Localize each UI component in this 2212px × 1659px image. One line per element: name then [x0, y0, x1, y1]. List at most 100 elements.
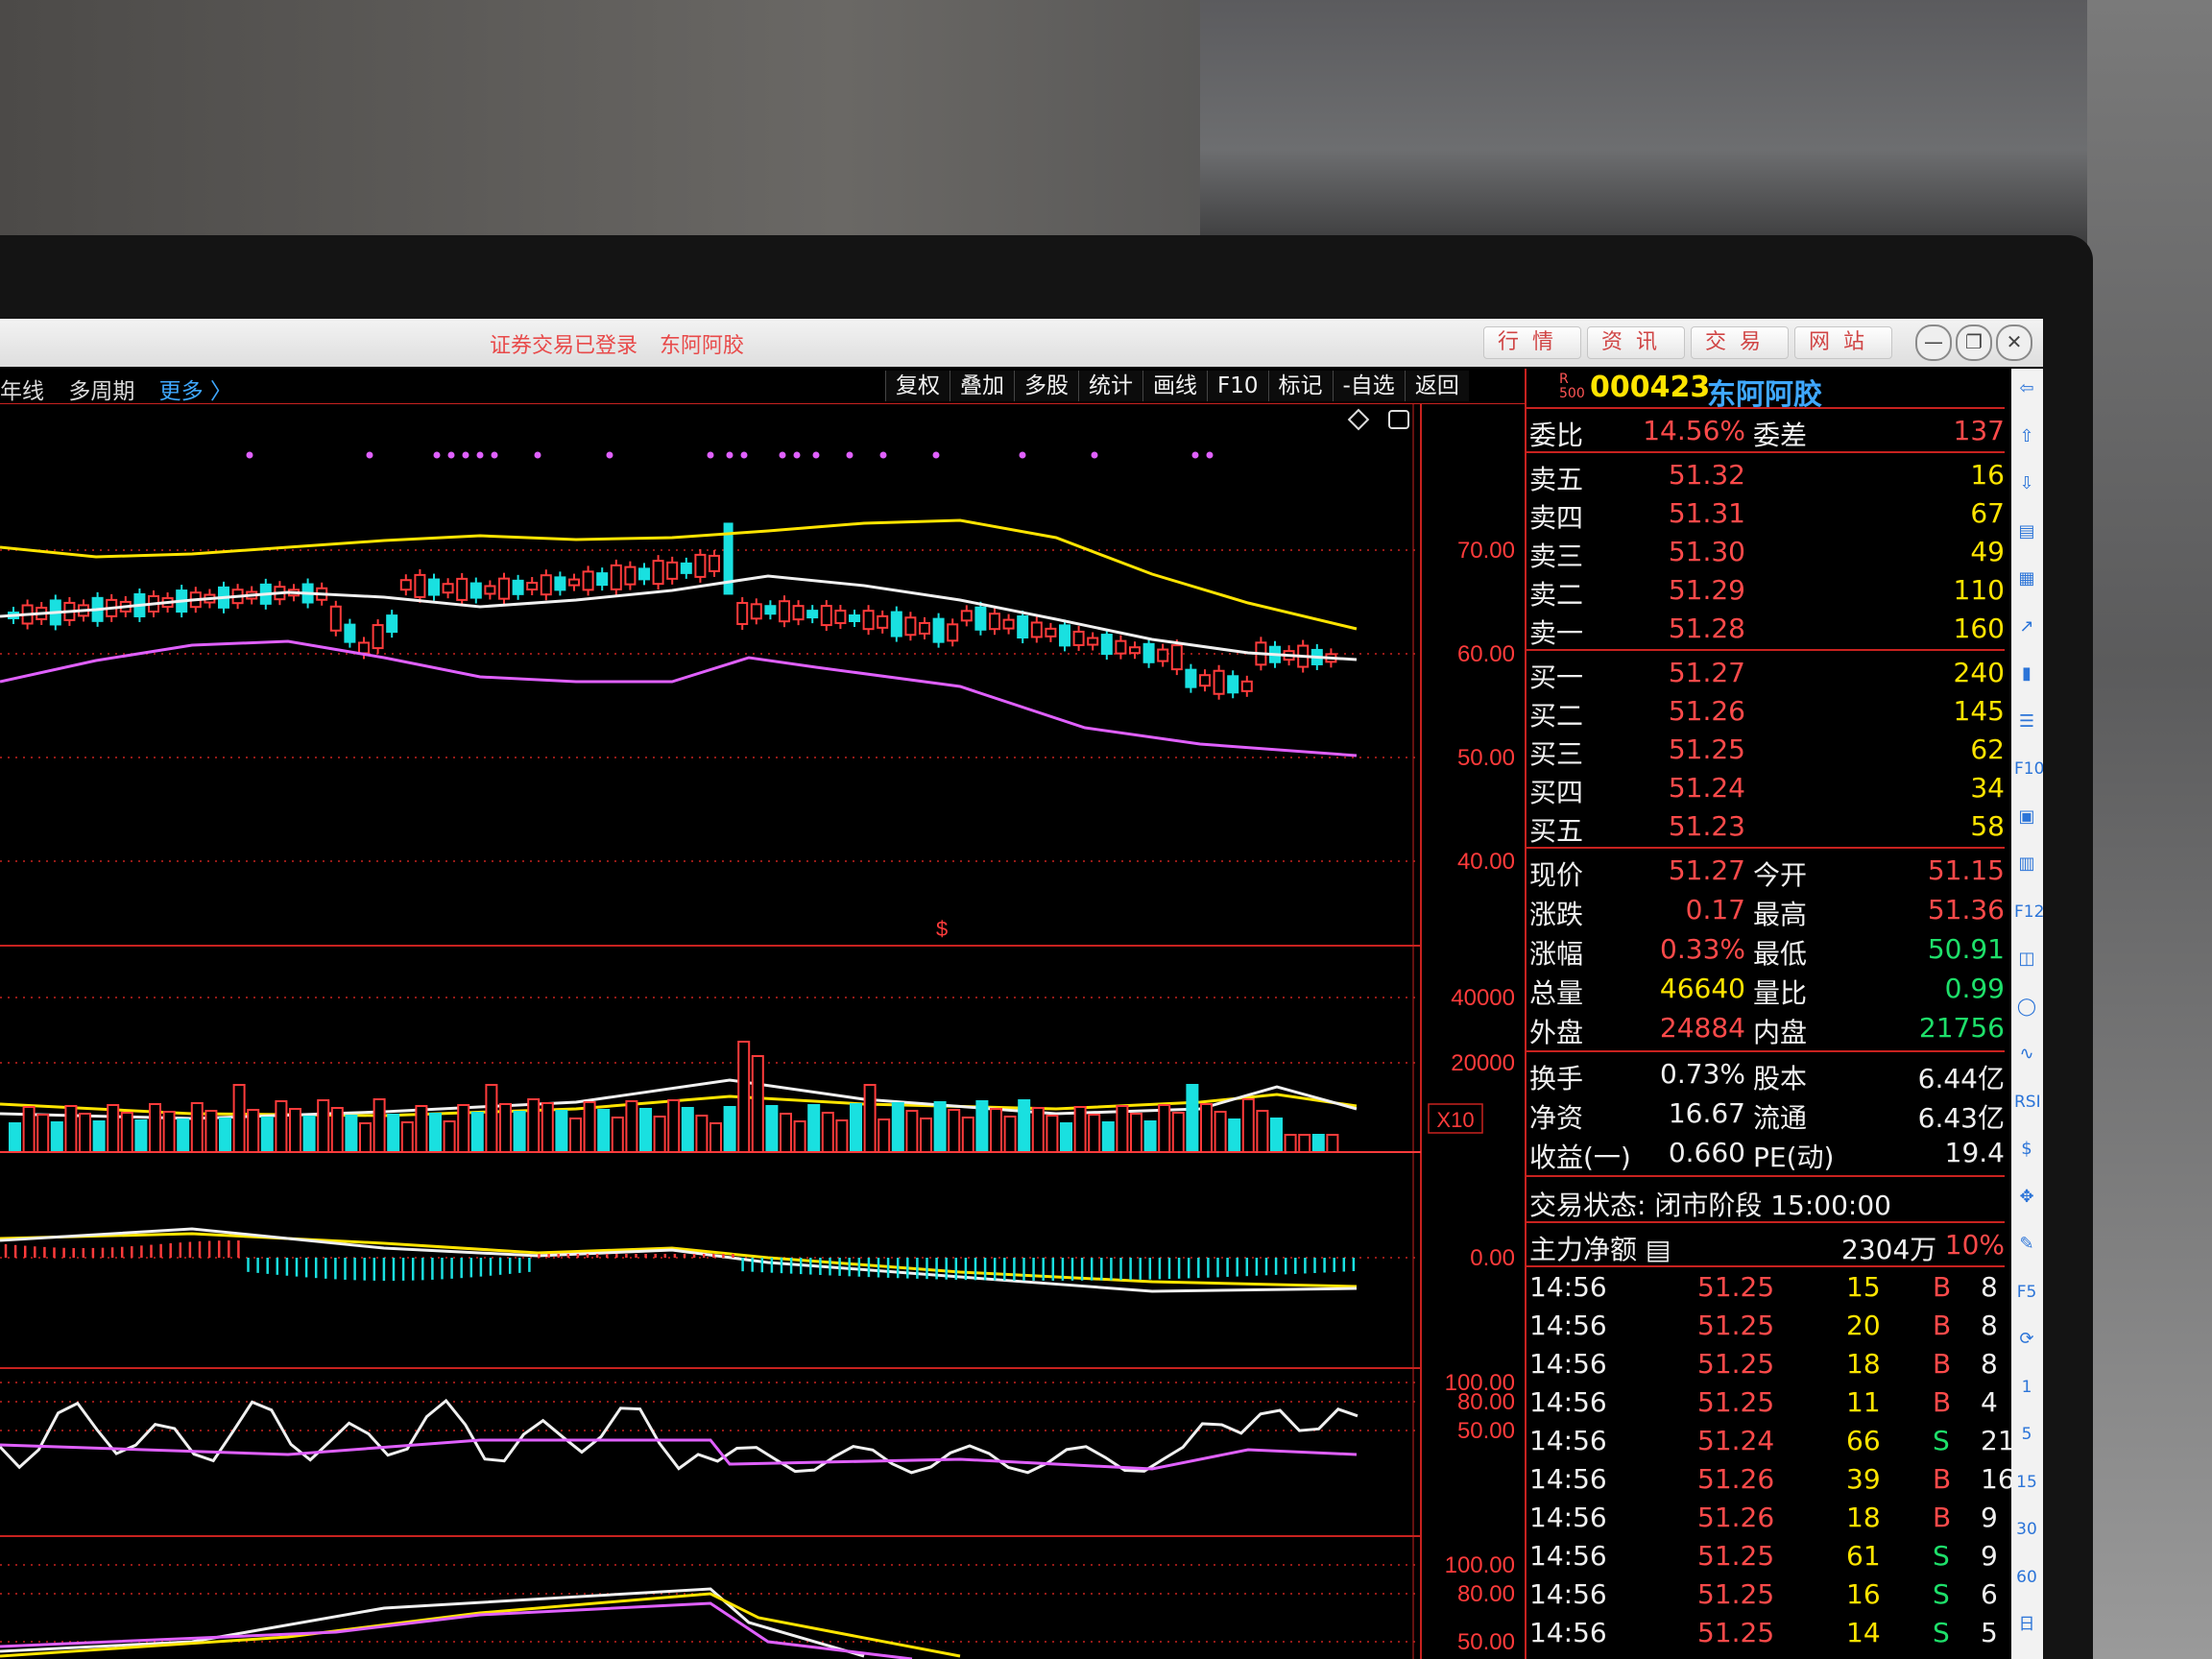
- tick-time: 14:56: [1529, 1463, 1607, 1495]
- period-RSI-button[interactable]: RSI: [2014, 1090, 2041, 1115]
- period-日-button[interactable]: 日: [2014, 1612, 2039, 1637]
- tick-row: 14:56 51.25 15 B 8: [1529, 1269, 2005, 1308]
- stat-row-v1: 51.27: [1668, 854, 1745, 886]
- tab-trade[interactable]: 交易: [1691, 326, 1789, 359]
- stat-row-lbl: 涨幅: [1529, 938, 1584, 970]
- refresh-icon[interactable]: ⟳: [2014, 1327, 2039, 1352]
- candle: [1213, 669, 1225, 695]
- volume-bar: [499, 1103, 512, 1153]
- tick-time: 14:56: [1529, 1578, 1607, 1610]
- pencil-icon[interactable]: ✎: [2014, 1232, 2039, 1257]
- stat-row-v2: 51.36: [1927, 894, 2005, 926]
- book-icon[interactable]: ▥: [2014, 852, 2039, 877]
- mark-button[interactable]: 标记: [1267, 371, 1333, 401]
- back-button[interactable]: 返回: [1404, 371, 1469, 401]
- stat-row: 涨跌 0.17 最高 51.36: [1525, 890, 2005, 930]
- signal-dot: [707, 451, 714, 459]
- tick-side: S: [1933, 1578, 1950, 1610]
- period-60-button[interactable]: 60: [2014, 1565, 2039, 1590]
- period-F12-button[interactable]: F12: [2014, 900, 2043, 925]
- period-5-button[interactable]: 5: [2014, 1422, 2039, 1447]
- f10-button[interactable]: F10: [1207, 371, 1268, 401]
- volume-bar: [1241, 1098, 1255, 1153]
- more-periods-link[interactable]: 更多 〉: [159, 379, 232, 404]
- period-1-button[interactable]: 1: [2014, 1375, 2039, 1400]
- tick-volume: 11: [1846, 1386, 1881, 1418]
- list-icon[interactable]: ☰: [2014, 709, 2039, 734]
- volume-bar: [79, 1113, 91, 1153]
- candle: [862, 610, 875, 631]
- remove-watchlist-button[interactable]: -自选: [1332, 371, 1405, 401]
- fund-row: 换手 0.73% 股本 6.44亿: [1525, 1054, 2005, 1094]
- volume-bar: [1130, 1113, 1142, 1153]
- volume-bar: [400, 1121, 414, 1153]
- candle: [484, 585, 496, 595]
- news-icon[interactable]: ▣: [2014, 805, 2039, 830]
- money-icon[interactable]: $: [2014, 1137, 2039, 1162]
- restore-button[interactable]: ❐: [1956, 325, 1992, 361]
- volume-bar: [780, 1113, 792, 1153]
- candle: [779, 600, 790, 623]
- tick-count: 9: [1981, 1540, 1998, 1572]
- overlay-button[interactable]: 叠加: [950, 371, 1014, 401]
- candle: [582, 570, 594, 591]
- volume-bar: [373, 1098, 386, 1153]
- kline-chart[interactable]: 70.00 60.00 50.00 40.00 $40000 20000 X10 0.00 10…: [0, 403, 1525, 1659]
- tab-quotes[interactable]: 行情: [1483, 326, 1581, 359]
- volume-bar: [387, 1114, 400, 1153]
- adjust-button[interactable]: 复权: [885, 371, 950, 401]
- bid-row-lbl: 买五: [1529, 815, 1584, 847]
- period-F10-button[interactable]: F10: [2014, 757, 2043, 781]
- volume-bar: [1186, 1084, 1199, 1153]
- wave-icon[interactable]: ∿: [2014, 1042, 2039, 1067]
- stat-row-v1: 24884: [1659, 1012, 1745, 1044]
- period-15-button[interactable]: 15: [2014, 1470, 2039, 1495]
- ask-row: 卖一 51.28 160: [1525, 609, 2005, 649]
- circle-icon[interactable]: ◯: [2014, 995, 2039, 1020]
- volume-bar: [330, 1107, 344, 1153]
- tick-volume: 20: [1846, 1310, 1881, 1341]
- candle: [358, 641, 370, 655]
- candle: [1087, 637, 1099, 646]
- volume-bar: [36, 1114, 50, 1153]
- tick-time: 14:56: [1529, 1271, 1607, 1303]
- tick-price: 51.26: [1697, 1502, 1775, 1533]
- minimize-button[interactable]: —: [1915, 325, 1952, 361]
- ask-row-v2: 110: [1953, 574, 2005, 606]
- report-icon[interactable]: ▤: [2014, 519, 2039, 544]
- tab-news[interactable]: 资讯: [1587, 326, 1685, 359]
- volume-bar: [1228, 1118, 1241, 1153]
- fund-row-v2: 6.43亿: [1917, 1102, 2005, 1134]
- period-year[interactable]: 年线: [0, 379, 44, 404]
- bid-row: 买五 51.23 58: [1525, 806, 2005, 847]
- stat-row-l2: 最低: [1753, 938, 1808, 970]
- tick-volume: 15: [1846, 1271, 1881, 1303]
- main-net-label[interactable]: 主力净额 ▤: [1529, 1229, 1671, 1267]
- divider: [1525, 1265, 2005, 1267]
- trend-icon[interactable]: ↗: [2014, 614, 2039, 639]
- candle: [820, 605, 832, 627]
- close-button[interactable]: ✕: [1996, 325, 2032, 361]
- arrow-down-icon[interactable]: ⇩: [2014, 471, 2039, 496]
- signal-dot: [779, 451, 786, 459]
- divider: [1525, 1050, 2005, 1052]
- tab-website[interactable]: 网站: [1794, 326, 1892, 359]
- candle: [1170, 644, 1183, 671]
- period-multi[interactable]: 多周期: [68, 379, 134, 404]
- volume-bar: [107, 1104, 120, 1153]
- period-30-button[interactable]: 30: [2014, 1517, 2039, 1542]
- table-icon[interactable]: ▦: [2014, 566, 2039, 591]
- move-icon[interactable]: ✥: [2014, 1185, 2039, 1210]
- tick-count: 21: [1981, 1425, 2015, 1456]
- multi-stock-button[interactable]: 多股: [1014, 371, 1078, 401]
- arrow-left-icon[interactable]: ⇦: [2014, 376, 2039, 401]
- chart-icon[interactable]: ◫: [2014, 947, 2039, 972]
- period-F5-button[interactable]: F5: [2014, 1280, 2039, 1305]
- fund-row-v2: 6.44亿: [1917, 1063, 2005, 1094]
- panel-toggle-icon: [1388, 410, 1409, 429]
- statistics-button[interactable]: 统计: [1078, 371, 1142, 401]
- kline-icon[interactable]: ▮: [2014, 661, 2039, 686]
- volume-bar: [737, 1041, 751, 1153]
- draw-line-button[interactable]: 画线: [1142, 371, 1207, 401]
- arrow-up-icon[interactable]: ⇧: [2014, 424, 2039, 449]
